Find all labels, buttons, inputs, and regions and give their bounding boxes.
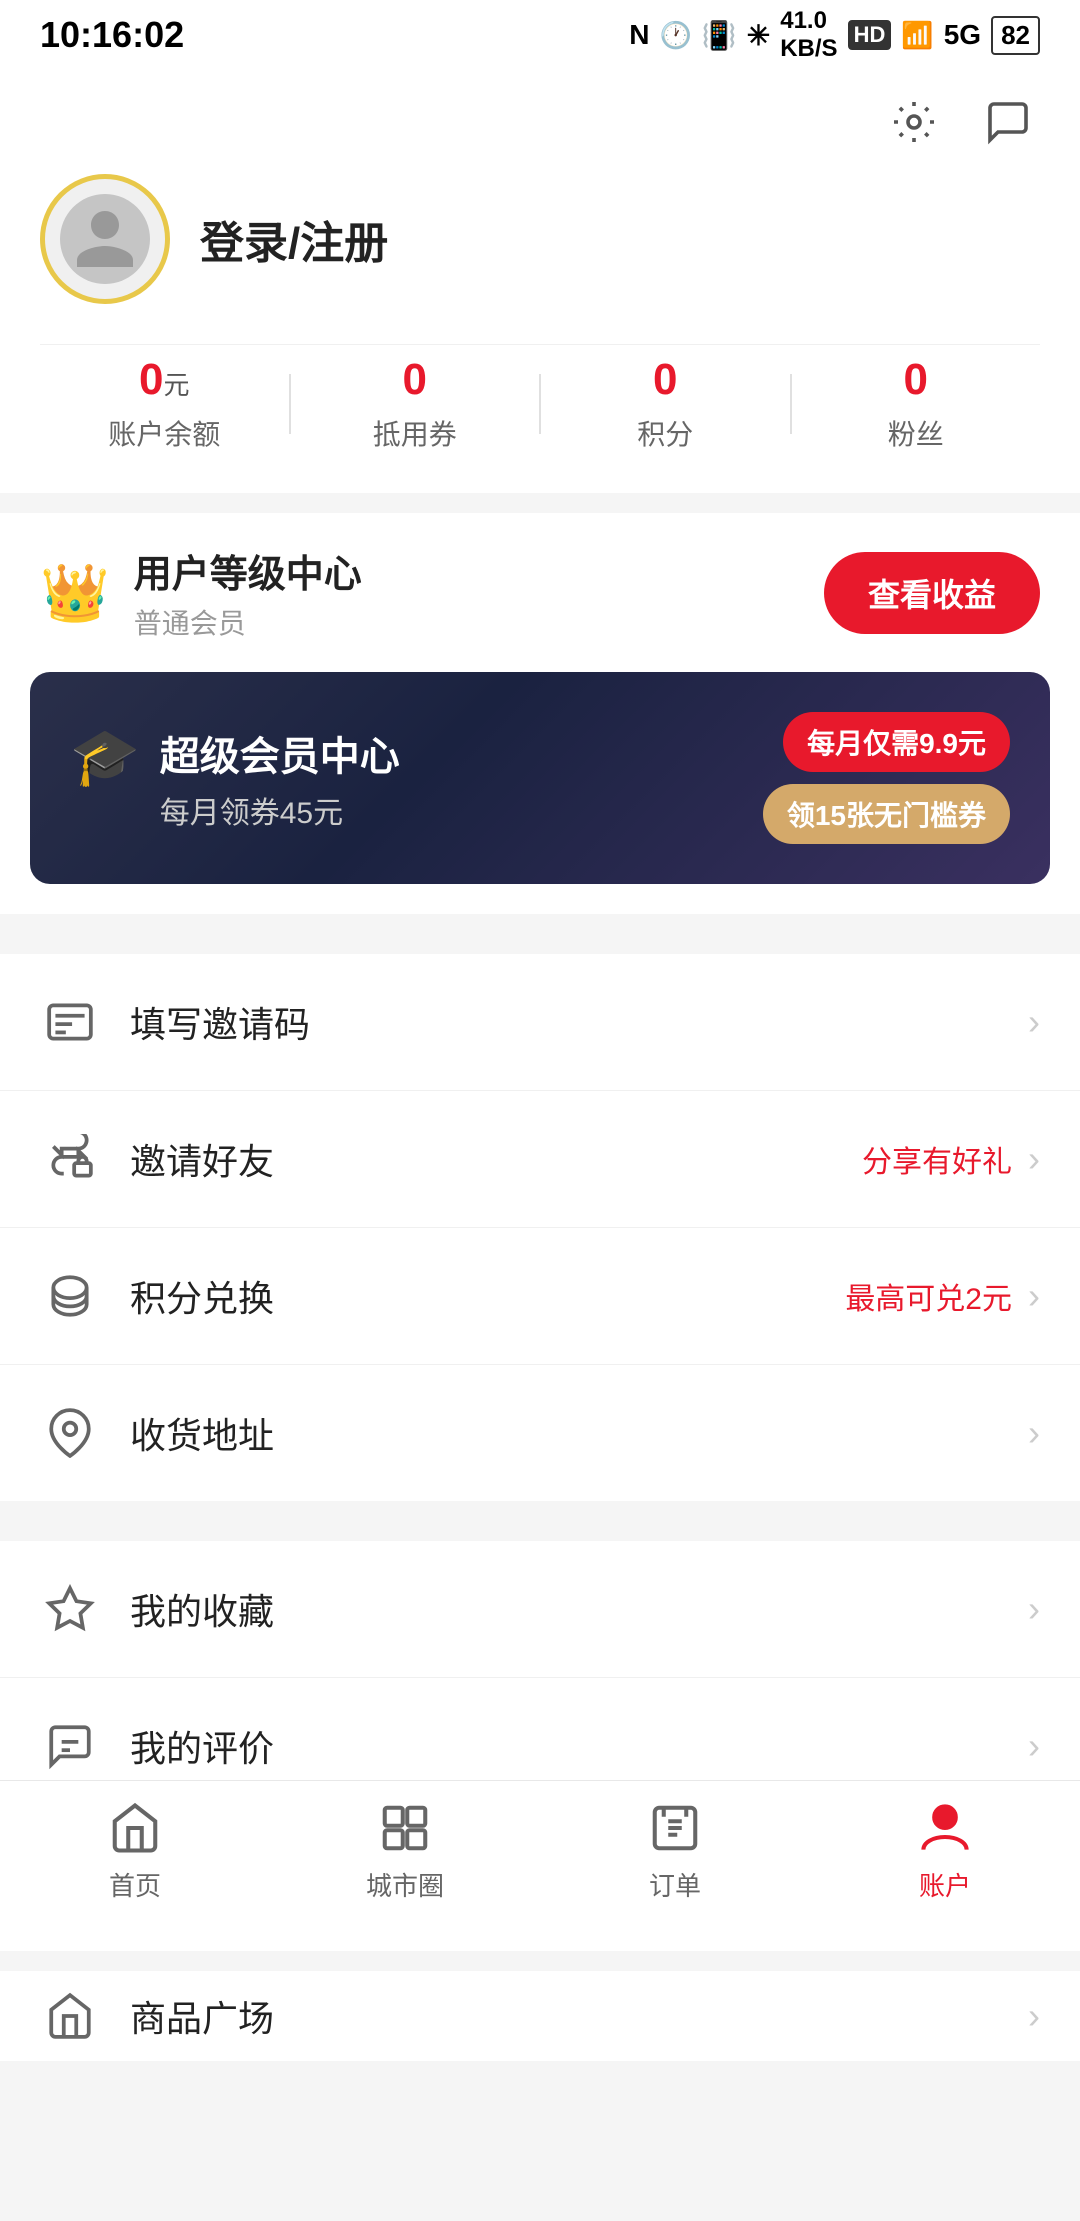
- marketplace-icon: [40, 1986, 100, 2046]
- coupon-value: 0: [403, 355, 427, 405]
- vip-info: 👑 用户等级中心 普通会员: [40, 543, 362, 642]
- vip-title: 用户等级中心: [134, 543, 362, 598]
- menu-item-address[interactable]: 收货地址 ›: [0, 1365, 1080, 1501]
- points-sub: 最高可兑2元: [845, 1274, 1012, 1318]
- account-icon: [915, 1798, 975, 1858]
- nfc-icon: N: [629, 19, 649, 51]
- data-speed: 41.0KB/S: [780, 7, 837, 63]
- balance-label: 账户余额: [108, 413, 220, 453]
- home-icon: [105, 1798, 165, 1858]
- gap-4: [0, 1951, 1080, 1971]
- menu-item-points[interactable]: 积分兑换 最高可兑2元 ›: [0, 1228, 1080, 1365]
- nav-city[interactable]: 城市圈: [270, 1798, 540, 1903]
- fans-label: 粉丝: [888, 413, 944, 453]
- super-vip-banner[interactable]: 🎓 超级会员中心 每月领券45元 每月仅需9.9元 领15张无门槛券: [30, 672, 1050, 884]
- menu-section-1: 填写邀请码 › 邀请好友 分享有好礼 ›: [0, 954, 1080, 1501]
- fans-value: 0: [904, 355, 928, 405]
- invitation-arrow: ›: [1028, 1001, 1040, 1043]
- favorites-label: 我的收藏: [130, 1583, 1028, 1635]
- time-display: 10:16:02: [40, 14, 184, 56]
- address-icon: [40, 1403, 100, 1463]
- home-label: 首页: [109, 1866, 161, 1903]
- gap-1: [0, 493, 1080, 513]
- avatar[interactable]: [40, 174, 170, 304]
- battery-icon: 82: [991, 16, 1040, 55]
- super-vip-desc: 每月领券45元: [160, 788, 400, 832]
- reviews-arrow: ›: [1028, 1725, 1040, 1767]
- stat-points[interactable]: 0 积分: [541, 355, 790, 453]
- invitation-code-icon: [40, 992, 100, 1052]
- city-label: 城市圈: [366, 1866, 444, 1903]
- invite-sub: 分享有好礼: [862, 1137, 1012, 1181]
- super-vip-title: 超级会员中心: [160, 724, 400, 782]
- avatar-image: [60, 194, 150, 284]
- stats-row: 0元 账户余额 0 抵用券 0 积分 0 粉丝: [40, 344, 1040, 463]
- points-label: 积分: [637, 413, 693, 453]
- invitation-label: 填写邀请码: [130, 996, 1028, 1048]
- coupon-label: 抵用券: [373, 413, 457, 453]
- gap-2: [0, 914, 1080, 934]
- crown-icon: 👑: [40, 560, 110, 626]
- stat-fans[interactable]: 0 粉丝: [792, 355, 1041, 453]
- gap-3: [0, 1501, 1080, 1521]
- points-arrow: ›: [1028, 1275, 1040, 1317]
- order-label: 订单: [649, 1866, 701, 1903]
- invite-arrow: ›: [1028, 1138, 1040, 1180]
- view-earnings-button[interactable]: 查看收益: [824, 552, 1040, 634]
- city-icon: [375, 1798, 435, 1858]
- login-register-text[interactable]: 登录/注册: [200, 207, 388, 271]
- super-vip-wrapper: 🎓 超级会员中心 每月领券45元 每月仅需9.9元 领15张无门槛券: [0, 672, 1080, 914]
- address-label: 收货地址: [130, 1407, 1028, 1459]
- nav-account[interactable]: 账户: [810, 1798, 1080, 1903]
- super-vip-text: 超级会员中心 每月领券45元: [160, 724, 400, 832]
- reviews-label: 我的评价: [130, 1720, 1028, 1772]
- graduation-icon: 🎓: [70, 724, 140, 790]
- favorites-icon: [40, 1579, 100, 1639]
- account-label: 账户: [919, 1866, 971, 1903]
- menu-item-invite[interactable]: 邀请好友 分享有好礼 ›: [0, 1091, 1080, 1228]
- menu-item-invitation[interactable]: 填写邀请码 ›: [0, 954, 1080, 1091]
- balance-value: 0元: [139, 355, 190, 405]
- vip-text: 用户等级中心 普通会员: [134, 543, 362, 642]
- invite-friends-icon: [40, 1129, 100, 1189]
- super-vip-info: 🎓 超级会员中心 每月领券45元: [70, 724, 400, 832]
- favorites-arrow: ›: [1028, 1588, 1040, 1630]
- coupon-badge: 领15张无门槛券: [763, 784, 1010, 844]
- vip-subtitle: 普通会员: [134, 602, 362, 642]
- super-vip-badges: 每月仅需9.9元 领15张无门槛券: [763, 712, 1010, 844]
- profile-section[interactable]: 登录/注册: [40, 174, 1040, 304]
- wifi-icon: 📶: [901, 20, 933, 51]
- settings-button[interactable]: [882, 90, 946, 154]
- stat-balance[interactable]: 0元 账户余额: [40, 355, 289, 453]
- menu-item-favorites[interactable]: 我的收藏 ›: [0, 1541, 1080, 1678]
- vip-card: 👑 用户等级中心 普通会员 查看收益: [0, 513, 1080, 672]
- bottom-nav: 首页 城市圈 订单: [0, 1780, 1080, 1920]
- marketplace-arrow: ›: [1028, 1995, 1040, 2037]
- header-icons: [40, 90, 1040, 154]
- marketplace-label: 商品广场: [130, 1990, 1028, 2042]
- nav-order[interactable]: 订单: [540, 1798, 810, 1903]
- profile-header: 登录/注册 0元 账户余额 0 抵用券 0 积分 0 粉丝: [0, 70, 1080, 493]
- points-value: 0: [653, 355, 677, 405]
- status-bar: 10:16:02 N 🕐 📳 ✳ 41.0KB/S HD 📶 5G 82: [0, 0, 1080, 70]
- vibrate-icon: 📳: [702, 19, 737, 52]
- signal-icon: 5G: [944, 19, 981, 51]
- alarm-icon: 🕐: [660, 20, 692, 51]
- stat-coupon[interactable]: 0 抵用券: [291, 355, 540, 453]
- status-icons: N 🕐 📳 ✳ 41.0KB/S HD 📶 5G 82: [629, 7, 1040, 63]
- points-label: 积分兑换: [130, 1270, 845, 1322]
- reviews-icon: [40, 1716, 100, 1776]
- bluetooth-icon: ✳: [747, 19, 770, 52]
- points-exchange-icon: [40, 1266, 100, 1326]
- invite-label: 邀请好友: [130, 1133, 862, 1185]
- address-arrow: ›: [1028, 1412, 1040, 1454]
- hd-badge: HD: [848, 20, 892, 50]
- nav-home[interactable]: 首页: [0, 1798, 270, 1903]
- menu-item-marketplace[interactable]: 商品广场 ›: [0, 1971, 1080, 2061]
- order-icon: [645, 1798, 705, 1858]
- message-button[interactable]: [976, 90, 1040, 154]
- price-badge: 每月仅需9.9元: [783, 712, 1010, 772]
